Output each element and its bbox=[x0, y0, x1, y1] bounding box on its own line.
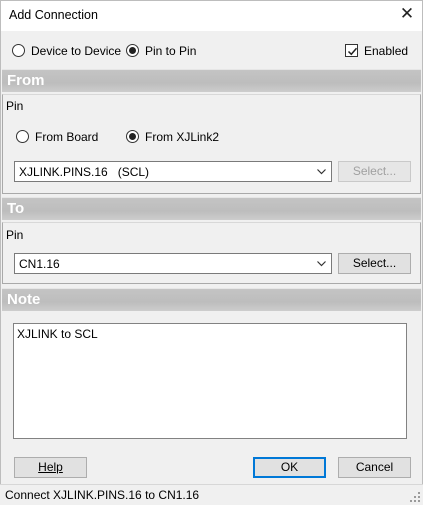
pin-to-pin-label[interactable]: Pin to Pin bbox=[145, 44, 196, 58]
note-section-header: Note bbox=[2, 288, 421, 311]
to-pin-group-label: Pin bbox=[6, 228, 24, 242]
from-xjlink-label[interactable]: From XJLink2 bbox=[145, 130, 219, 144]
to-section-title: To bbox=[7, 200, 25, 217]
pin-to-pin-radio[interactable] bbox=[126, 44, 139, 57]
device-to-device-radio[interactable] bbox=[12, 44, 25, 57]
chevron-down-icon bbox=[317, 169, 326, 175]
help-button[interactable]: Help bbox=[14, 457, 87, 478]
to-pin-dropdown[interactable]: CN1.16 bbox=[14, 253, 332, 274]
chevron-down-icon bbox=[317, 261, 326, 267]
from-board-radio[interactable] bbox=[16, 130, 29, 143]
window-title: Add Connection bbox=[9, 8, 98, 22]
from-select-button[interactable]: Select... bbox=[338, 161, 411, 182]
device-to-device-label[interactable]: Device to Device bbox=[31, 44, 121, 58]
from-pin-dropdown[interactable]: XJLINK.PINS.16 (SCL) bbox=[14, 161, 332, 182]
from-section-title: From bbox=[7, 72, 45, 89]
from-pin-group-label: Pin bbox=[6, 99, 24, 113]
enabled-label[interactable]: Enabled bbox=[364, 44, 408, 58]
to-pin-value: CN1.16 bbox=[19, 257, 60, 271]
status-bar: Connect XJLINK.PINS.16 to CN1.16 bbox=[0, 484, 423, 505]
to-section-header: To bbox=[2, 197, 421, 220]
from-board-label[interactable]: From Board bbox=[35, 130, 98, 144]
note-textarea[interactable]: XJLINK to SCL bbox=[13, 323, 407, 439]
note-section-title: Note bbox=[7, 291, 41, 308]
to-select-button[interactable]: Select... bbox=[338, 253, 411, 274]
ok-button[interactable]: OK bbox=[253, 457, 326, 478]
note-text: XJLINK to SCL bbox=[17, 327, 98, 341]
from-xjlink-radio[interactable] bbox=[126, 130, 139, 143]
help-button-label: Help bbox=[38, 460, 63, 474]
status-text: Connect XJLINK.PINS.16 to CN1.16 bbox=[5, 488, 200, 502]
close-icon[interactable]: ✕ bbox=[396, 3, 418, 25]
from-pin-value: XJLINK.PINS.16 (SCL) bbox=[19, 165, 150, 179]
resize-grip-icon[interactable] bbox=[410, 492, 420, 502]
from-section-header: From bbox=[2, 69, 421, 92]
checkmark-icon bbox=[347, 47, 358, 56]
cancel-button[interactable]: Cancel bbox=[338, 457, 411, 478]
enabled-checkbox[interactable] bbox=[345, 44, 358, 57]
